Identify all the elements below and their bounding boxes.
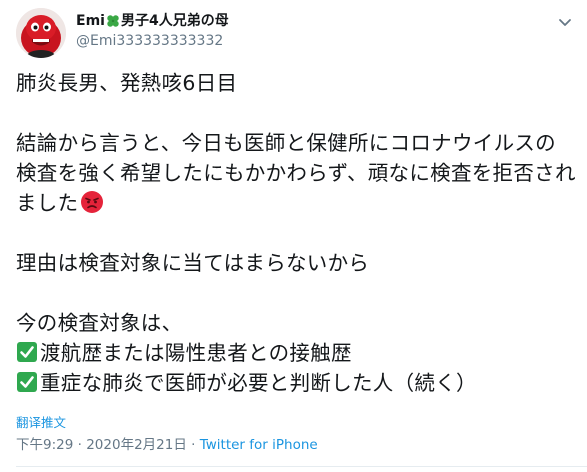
tweet-paragraph-4-intro: 今の検査対象は、 [16, 311, 183, 335]
display-name-suffix: 男子4人兄弟の母 [120, 13, 229, 29]
meta-separator: · [191, 437, 196, 453]
user-handle[interactable]: @Emi333333333332 [76, 32, 229, 50]
meta-separator: · [77, 437, 82, 453]
tweet-paragraph-3: 理由は検査対象に当てはまらないから [16, 251, 370, 275]
tweet-paragraph-2: 結論から言うと、今日も医師と保健所にコロナウイルスの検査を強く希望したにもかかわ… [16, 128, 576, 218]
criteria-item: 重症な肺炎で医師が必要と判断した人（続く） [16, 368, 576, 398]
criteria-item-text: 渡航歴または陽性患者との接触歴 [40, 341, 352, 365]
tweet-metadata: 下午9:29 · 2020年2月21日 · Twitter for iPhone [16, 436, 318, 454]
tweet-time[interactable]: 下午9:29 [16, 437, 73, 453]
four-leaf-clover-icon [106, 14, 120, 28]
tweet-source-link[interactable]: Twitter for iPhone [200, 437, 318, 453]
display-name[interactable]: Emi 男子4人兄弟の母 [76, 12, 229, 30]
display-name-prefix: Emi [76, 13, 105, 29]
tweet-text: 肺炎長男、発熱咳6日目 結論から言うと、今日も医師と保健所にコロナウイルスの検査… [16, 68, 576, 398]
tweet-date[interactable]: 2020年2月21日 [86, 437, 187, 453]
check-mark-icon [16, 341, 38, 363]
criteria-item-text: 重症な肺炎で医師が必要と判断した人（続く） [40, 371, 477, 395]
author-block[interactable]: Emi 男子4人兄弟の母 @Emi333333333332 [76, 12, 229, 50]
translate-tweet-link[interactable]: 翻译推文 [16, 415, 66, 431]
check-mark-icon [16, 371, 38, 393]
angry-face-icon [80, 190, 104, 214]
criteria-item: 渡航歴または陽性患者との接触歴 [16, 338, 576, 368]
chevron-down-icon[interactable] [555, 12, 575, 32]
tweet-card: Emi 男子4人兄弟の母 @Emi333333333332 肺炎長男、発熱咳6日… [0, 0, 587, 472]
tweet-line-1: 肺炎長男、発熱咳6日目 [16, 71, 238, 95]
avatar[interactable] [16, 8, 66, 58]
divider [16, 466, 587, 467]
